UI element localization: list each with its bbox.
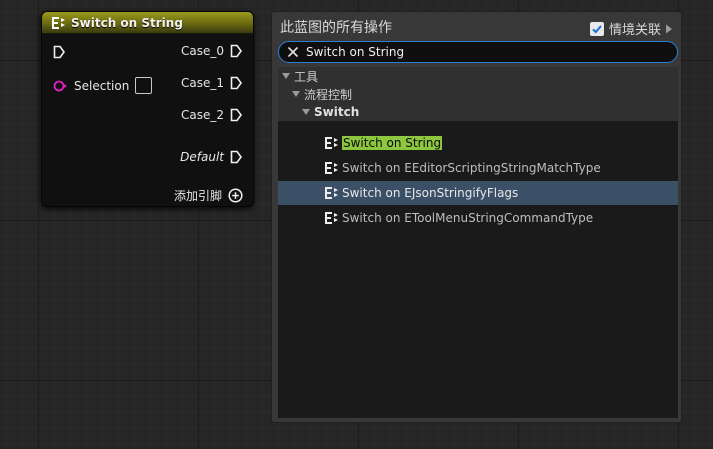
selection-default-checkbox[interactable] [135,77,153,94]
switch-node-icon [325,212,338,224]
switch-node-icon [325,137,338,149]
case-2-output-pin[interactable]: Case_2 [181,108,242,122]
search-input[interactable] [306,45,666,59]
action-item-switch-on-string[interactable]: Switch on String [278,131,678,155]
context-checkbox[interactable] [589,21,604,36]
chevron-right-icon[interactable] [665,24,673,34]
switch-node-icon [325,187,338,199]
action-item-label: Switch on EEditorScriptingStringMatchTyp… [342,161,601,175]
exec-pin-icon[interactable] [53,45,65,59]
action-item-switch-on-eeditorscripting[interactable]: Switch on EEditorScriptingStringMatchTyp… [278,156,678,180]
expand-triangle-icon[interactable] [302,109,310,115]
category-flow-control[interactable]: 流程控制 [278,85,678,103]
default-label: Default [180,150,224,164]
action-item-label: Switch on EJsonStringifyFlags [342,186,519,200]
exec-pin-icon[interactable] [230,150,242,164]
node-title: Switch on String [71,15,183,30]
switch-node-icon [52,16,65,29]
checkmark-icon [592,24,602,33]
search-box[interactable] [278,41,678,63]
plus-circle-icon[interactable] [228,188,243,203]
node-header[interactable]: Switch on String [42,12,253,34]
category-tools[interactable]: 工具 [278,67,678,85]
selection-label: Selection [74,78,130,93]
action-tree[interactable]: 工具 流程控制 Switch Switch on String Switch o… [278,67,678,418]
action-item-label: Switch on String [342,136,443,150]
action-item-switch-on-etoolmenustringcommandtype[interactable]: Switch on EToolMenuStringCommandType [278,206,678,230]
context-sensitive-toggle[interactable]: 情境关联 [589,19,673,38]
case-2-label: Case_2 [180,108,224,122]
case-1-label: Case_1 [180,76,224,90]
action-item-switch-on-ejsonstringifyflags[interactable]: Switch on EJsonStringifyFlags [278,181,678,205]
switch-on-string-node[interactable]: Switch on String Selection Case_0 Case_1… [41,11,254,207]
case-0-label: Case_0 [180,44,224,58]
expand-triangle-icon[interactable] [292,91,300,97]
exec-pin-icon[interactable] [230,44,242,58]
case-1-output-pin[interactable]: Case_1 [181,76,242,90]
selection-input-pin[interactable]: Selection [53,77,153,94]
expand-triangle-icon[interactable] [282,73,290,79]
category-switch[interactable]: Switch [278,103,678,121]
add-pin-button[interactable]: 添加引脚 [174,187,243,204]
panel-title: 此蓝图的所有操作 [280,20,392,36]
category-label: 流程控制 [304,87,353,102]
default-output-pin[interactable]: Default [180,150,242,164]
context-label: 情境关联 [608,23,661,38]
category-label: 工具 [294,69,319,84]
exec-pin-icon[interactable] [230,108,242,122]
exec-pin-icon[interactable] [230,76,242,90]
action-item-label: Switch on EToolMenuStringCommandType [342,211,594,225]
clear-search-icon[interactable] [287,46,299,58]
category-label: Switch [314,105,360,119]
switch-node-icon [325,162,338,174]
exec-input-pin[interactable] [53,45,65,59]
string-pin-icon[interactable] [53,79,67,93]
case-0-output-pin[interactable]: Case_0 [181,44,242,58]
add-pin-label: 添加引脚 [173,189,222,203]
action-menu-panel: 此蓝图的所有操作 情境关联 工具 流程控制 Switch [271,11,682,423]
